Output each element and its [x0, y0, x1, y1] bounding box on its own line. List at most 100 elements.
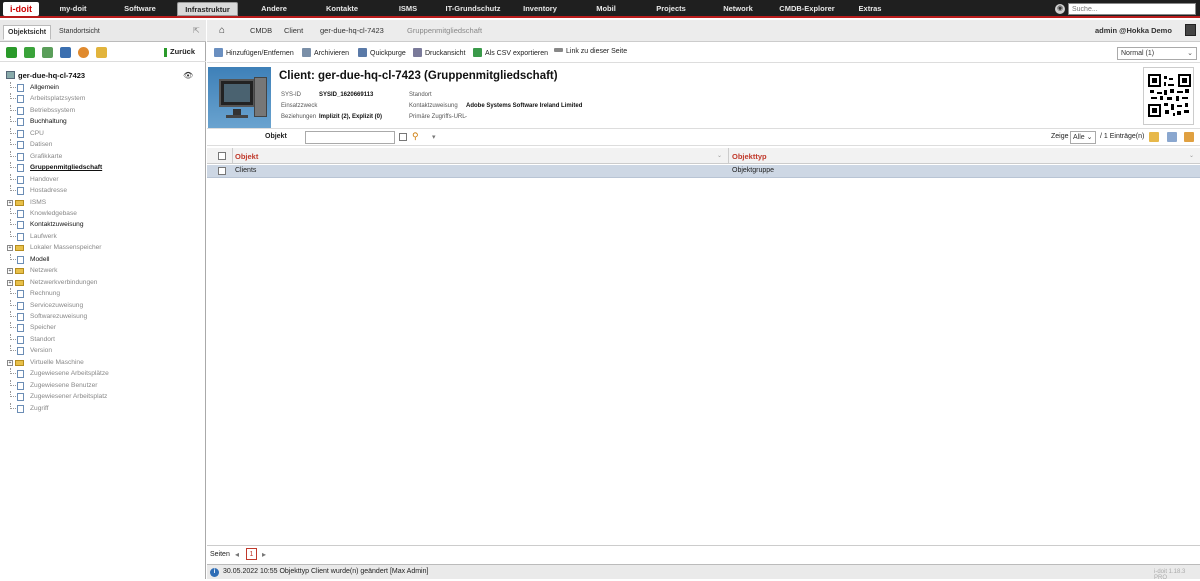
cell-objekt[interactable]: Clients [235, 167, 256, 174]
tree-line [10, 230, 16, 237]
tree-line [10, 345, 16, 352]
expand-icon[interactable] [24, 47, 35, 58]
nav-it-grundschutz[interactable]: IT-Grundschutz [440, 2, 506, 16]
nav-extras[interactable]: Extras [842, 2, 898, 16]
nav-projects[interactable]: Projects [643, 2, 699, 16]
search-input[interactable] [1068, 3, 1196, 15]
qr-code[interactable] [1143, 67, 1194, 125]
nav-my-doit[interactable]: my-doit [44, 2, 102, 16]
folder-icon [15, 279, 24, 286]
tree-line [10, 299, 16, 306]
nav-software[interactable]: Software [112, 2, 168, 16]
idoit-logo[interactable]: i-doit [3, 2, 39, 16]
contact-label: Kontaktzuweisung [409, 103, 458, 109]
tree-item-label: Datisen [30, 141, 53, 149]
star-icon[interactable] [1149, 132, 1159, 142]
page-number[interactable]: 1 [246, 548, 257, 560]
expand-icon[interactable]: + [7, 245, 13, 252]
print-button[interactable]: Druckansicht [413, 48, 465, 57]
nav-infrastruktur[interactable]: Infrastruktur [177, 2, 238, 16]
column-objekt[interactable]: Objekt [235, 152, 258, 161]
nav-mobil[interactable]: Mobil [578, 2, 634, 16]
expand-icon[interactable]: + [7, 359, 13, 366]
tab-standortsicht[interactable]: Standortsicht [55, 25, 104, 40]
purge-icon [358, 48, 367, 57]
document-icon [17, 187, 24, 196]
lock-icon[interactable] [96, 47, 107, 58]
tree-line [10, 379, 16, 386]
nav-kontakte[interactable]: Kontakte [314, 2, 370, 16]
back-button[interactable]: Zurück [164, 47, 195, 57]
row-checkbox[interactable] [218, 167, 226, 175]
tree-item-label: Buchhaltung [30, 118, 67, 126]
search-icon[interactable]: ⚲ [412, 131, 419, 142]
nav-inventory[interactable]: Inventory [512, 2, 568, 16]
tree-root[interactable]: ger-due-hq-cl-7423 [6, 70, 85, 82]
object-header: Client: ger-due-hq-cl-7423 (Gruppenmitgl… [207, 65, 1200, 128]
list-icon[interactable] [42, 47, 53, 58]
tree-item-label: Zugewiesene Benutzer [30, 381, 98, 389]
select-all-checkbox[interactable] [218, 152, 226, 160]
left-panel: Objektsicht Standortsicht ⇱ Zurück ger-d… [0, 20, 206, 579]
quickpurge-button[interactable]: Quickpurge [358, 48, 406, 57]
tree-line [10, 173, 16, 180]
nav-isms[interactable]: ISMS [380, 2, 436, 16]
eye-icon[interactable]: 👁 [183, 71, 193, 80]
sysid-label: SYS-ID [281, 92, 302, 98]
tree-item-label: Netzwerkverbindungen [30, 278, 98, 286]
crumb-client[interactable]: Client [284, 26, 303, 35]
filter-label: Objekt [265, 133, 287, 140]
expand-icon[interactable]: + [7, 268, 13, 275]
list-view-icon[interactable] [1167, 132, 1177, 142]
crumb-category: Gruppenmitgliedschaft [407, 26, 483, 35]
show-select[interactable]: Alle ⌄ [1070, 131, 1096, 144]
document-icon [17, 129, 24, 138]
tree-item-label: Speicher [30, 324, 57, 332]
object-table: Objekt ⌄ Objekttyp ⌄ Clients Objektgrupp… [207, 148, 1200, 544]
tab-objektsicht[interactable]: Objektsicht [3, 25, 52, 40]
status-bar: i 30.05.2022 10:55 Objekttyp Client wurd… [207, 564, 1200, 581]
version-label: i-doit 1.18.3 PRO [1154, 569, 1186, 581]
crumb-object[interactable]: ger-due-hq-cl-7423 [320, 26, 384, 35]
expand-icon[interactable]: + [7, 279, 13, 286]
mode-select[interactable]: Normal (1) ⌄ [1117, 47, 1197, 60]
csv-export-button[interactable]: Als CSV exportieren [473, 48, 548, 57]
caret-down-icon[interactable]: ▾ [432, 133, 436, 141]
document-icon [17, 324, 24, 333]
column-objekttyp[interactable]: Objekttyp [732, 152, 767, 161]
tree-line [10, 322, 16, 329]
crumb-cmdb[interactable]: CMDB [250, 26, 272, 35]
nav-network[interactable]: Network [710, 2, 766, 16]
link-button[interactable]: Link zu dieser Seite [554, 48, 627, 55]
document-icon [17, 301, 24, 310]
sort-icon[interactable]: ⌄ [1189, 152, 1194, 159]
globe-icon[interactable] [78, 47, 89, 58]
nav-andere[interactable]: Andere [246, 2, 302, 16]
home-icon[interactable]: ⌂ [219, 25, 225, 36]
folder-icon[interactable] [1184, 132, 1194, 142]
tree-item-label: Zugewiesene Arbeitsplätze [30, 370, 109, 378]
next-page-icon[interactable]: ▸ [262, 550, 266, 559]
tree-item-label: Rechnung [30, 290, 61, 298]
document-icon [17, 175, 24, 184]
book-icon[interactable] [60, 47, 71, 58]
relations-value[interactable]: Implizit (2), Explizit (0) [319, 114, 382, 120]
archive-icon [302, 48, 311, 57]
globe-icon[interactable]: ◉ [1055, 4, 1065, 14]
pin-icon[interactable]: ⇱ [193, 26, 200, 35]
user-label[interactable]: admin @Hokka Demo [1095, 26, 1172, 35]
sysid-value: SYSID_1620669113 [319, 92, 374, 98]
user-avatar[interactable] [1185, 24, 1196, 36]
nav-cmdb-explorer[interactable]: CMDB-Explorer [772, 2, 842, 16]
prev-page-icon[interactable]: ◂ [235, 550, 239, 559]
contact-value[interactable]: Adobe Systems Software Ireland Limited [466, 103, 582, 109]
filter-checkbox[interactable] [399, 133, 407, 141]
tree-icon[interactable] [6, 47, 17, 58]
expand-icon[interactable]: + [7, 199, 13, 206]
tree-item-label: Laufwerk [30, 232, 57, 240]
table-row[interactable]: Clients Objektgruppe [207, 165, 1200, 178]
sort-icon[interactable]: ⌄ [717, 152, 722, 159]
archive-button[interactable]: Archivieren [302, 48, 349, 57]
object-filter-input[interactable] [305, 131, 395, 144]
add-remove-button[interactable]: Hinzufügen/Entfernen [214, 48, 294, 57]
